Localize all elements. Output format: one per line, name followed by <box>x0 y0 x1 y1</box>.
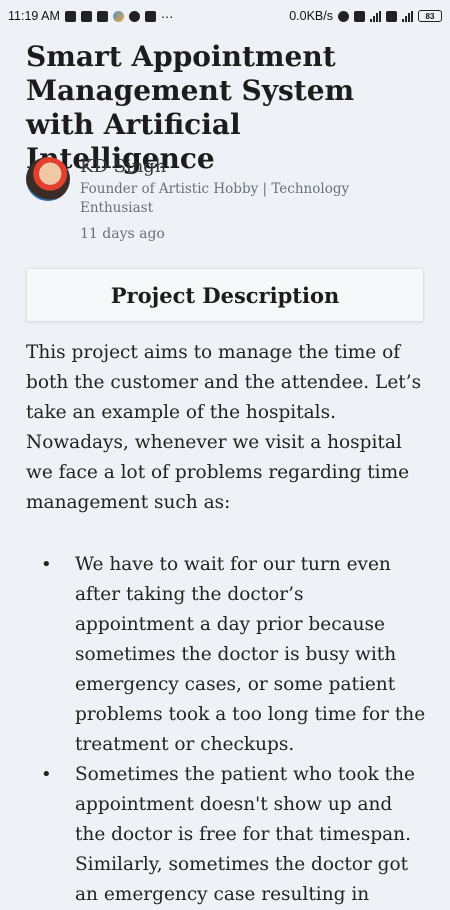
data-saver-icon <box>338 10 349 22</box>
facebook-icon <box>80 10 92 22</box>
bullet-list: • We have to wait for our turn even afte… <box>26 550 426 910</box>
facebook-icon <box>64 10 76 22</box>
battery-icon: 83 <box>418 10 442 22</box>
gmail-icon <box>144 10 156 22</box>
search-notification-icon <box>128 10 140 22</box>
intro-paragraph: This project aims to manage the time of … <box>26 342 422 513</box>
volte-icon <box>386 10 397 22</box>
more-notifications-icon: ⋯ <box>160 9 174 24</box>
status-time: 11:19 AM <box>8 9 60 23</box>
bullet-icon: • <box>41 554 52 575</box>
status-left: 11:19 AM ⋯ <box>8 9 173 24</box>
volte-icon <box>354 10 365 22</box>
list-item-text: We have to wait for our turn even after … <box>75 554 426 755</box>
author-role: Founder of Artistic Hobby | Technology E… <box>80 181 350 216</box>
status-right: 0.0KB/s 83 <box>289 9 442 23</box>
article-body: This project aims to manage the time of … <box>26 338 426 910</box>
tiktok-icon <box>96 10 108 22</box>
status-bar: 11:19 AM ⋯ 0.0KB/s 83 <box>0 0 450 32</box>
author-block[interactable]: KD Singh Founder of Artistic Hobby | Tec… <box>26 155 426 242</box>
signal-icon <box>402 10 413 22</box>
author-info: KD Singh Founder of Artistic Hobby | Tec… <box>80 155 426 242</box>
author-avatar[interactable] <box>26 157 70 201</box>
bullet-icon: • <box>41 764 52 785</box>
list-item: • Sometimes the patient who took the app… <box>26 760 426 910</box>
list-item: • We have to wait for our turn even afte… <box>26 550 426 760</box>
network-speed: 0.0KB/s <box>289 9 333 23</box>
list-item-text: Sometimes the patient who took the appoi… <box>75 764 415 905</box>
signal-icon <box>370 10 381 22</box>
app-notification-icon <box>112 10 124 22</box>
author-name[interactable]: KD Singh <box>80 155 426 179</box>
section-header: Project Description <box>26 268 424 322</box>
post-time: 11 days ago <box>80 226 165 242</box>
